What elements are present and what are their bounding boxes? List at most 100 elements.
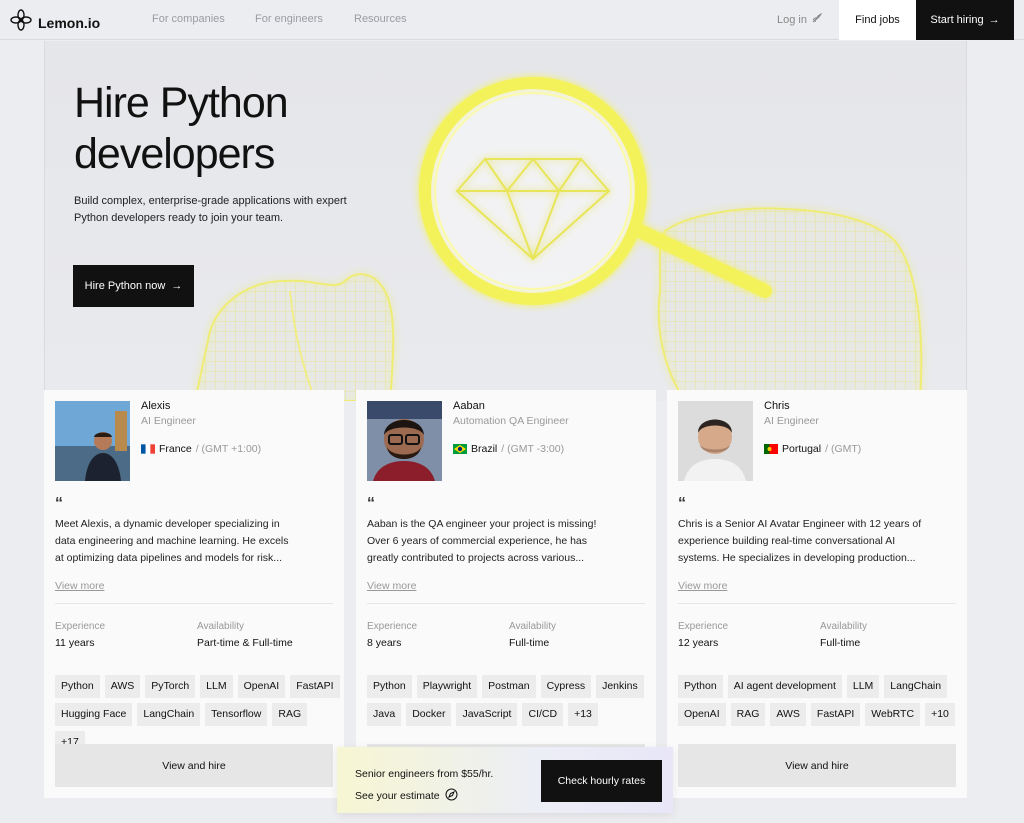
experience-label: Experience	[367, 621, 418, 632]
skill-tags: Python AI agent development LLM LangChai…	[678, 675, 963, 726]
developer-description: Chris is a Senior AI Avatar Engineer wit…	[678, 518, 922, 564]
skill-tag: Playwright	[416, 675, 478, 698]
skill-tag: Python	[367, 675, 412, 698]
logo-text: Lemon.io	[38, 14, 101, 31]
experience-value: 11 years	[55, 637, 95, 649]
skill-tag: JavaScript	[456, 703, 518, 726]
skill-tag: Postman	[482, 675, 536, 698]
skill-tag: Python	[55, 675, 100, 698]
nav-resources[interactable]: Resources	[354, 13, 407, 25]
logo[interactable]: Lemon.io	[10, 9, 100, 36]
availability-label: Availability	[509, 621, 557, 632]
skill-tag: LLM	[846, 675, 880, 698]
skill-tag: Java	[367, 703, 402, 726]
hire-python-now-button[interactable]: Hire Python now →	[73, 265, 194, 307]
skill-tag: Tensorflow	[205, 703, 268, 726]
skill-tag-more[interactable]: +10	[925, 703, 955, 726]
skill-tag: Jenkins	[596, 675, 644, 698]
divider	[367, 603, 645, 604]
availability-value: Part-time & Full-time	[197, 637, 293, 649]
find-jobs-button[interactable]: Find jobs	[839, 0, 916, 40]
skill-tag: Hugging Face	[55, 703, 133, 726]
skill-tags: Python Playwright Postman Cypress Jenkin…	[367, 675, 652, 726]
skill-tag: Python	[678, 675, 723, 698]
hero-subtitle: Build complex, enterprise-grade applicat…	[74, 195, 347, 224]
quote-mark: “	[367, 495, 375, 512]
availability-value: Full-time	[820, 637, 861, 649]
skill-tags: Python AWS PyTorch LLM OpenAI FastAPI Hu…	[55, 675, 340, 754]
experience-value: 8 years	[367, 637, 402, 649]
developer-location: France / (GMT +1:00)	[141, 443, 261, 455]
top-nav: Lemon.io For companies For engineers Res…	[0, 0, 1024, 40]
view-more-link[interactable]: View more	[55, 580, 104, 592]
developer-name: Aaban	[453, 400, 485, 412]
skill-tag: WebRTC	[865, 703, 921, 726]
skill-tag: RAG	[272, 703, 308, 726]
skill-tag: OpenAI	[678, 703, 726, 726]
skill-tag-more[interactable]: +13	[568, 703, 598, 726]
developer-avatar	[678, 401, 753, 481]
skill-tag: AWS	[104, 675, 141, 698]
skill-tag: Cypress	[540, 675, 592, 698]
developer-role: AI Engineer	[764, 415, 819, 427]
country: Brazil	[471, 443, 498, 455]
developer-description: Meet Alexis, a dynamic developer special…	[55, 518, 289, 564]
divider	[55, 603, 333, 604]
developer-role: AI Engineer	[141, 415, 196, 427]
developer-location: Brazil / (GMT -3:00)	[453, 443, 564, 455]
start-hiring-button[interactable]: Start hiring →	[916, 0, 1014, 40]
brazil-flag-icon	[453, 444, 467, 454]
skill-tag: LLM	[200, 675, 233, 698]
check-hourly-rates-button[interactable]: Check hourly rates	[541, 760, 662, 802]
skill-tag: LangChain	[137, 703, 201, 726]
skill-tag: RAG	[730, 703, 766, 726]
country: France	[159, 443, 192, 455]
france-flag-icon	[141, 444, 155, 454]
developer-card: Alexis AI Engineer France / (GMT +1:00) …	[44, 390, 344, 798]
rocket-icon	[811, 12, 823, 27]
arrow-right-icon: →	[988, 14, 1000, 26]
skill-tag: AWS	[770, 703, 806, 726]
developer-avatar	[55, 401, 130, 481]
availability-label: Availability	[197, 621, 245, 632]
developer-name: Alexis	[141, 400, 171, 412]
developer-location: Portugal / (GMT)	[764, 443, 861, 455]
developer-avatar	[367, 401, 442, 481]
view-and-hire-button[interactable]: View and hire	[55, 744, 333, 787]
arrow-right-icon: →	[171, 280, 183, 292]
skill-tag: PyTorch	[145, 675, 196, 698]
see-estimate-link[interactable]: See your estimate	[355, 788, 458, 804]
availability-value: Full-time	[509, 637, 550, 649]
view-and-hire-button[interactable]: View and hire	[678, 744, 956, 787]
skill-tag: FastAPI	[290, 675, 340, 698]
nav-for-engineers[interactable]: For engineers	[255, 13, 323, 25]
nav-for-companies[interactable]: For companies	[152, 13, 225, 25]
developer-card: Aaban Automation QA Engineer Brazil / (G…	[356, 390, 656, 798]
quote-mark: “	[678, 495, 686, 512]
timezone: / (GMT +1:00)	[195, 443, 262, 455]
skill-tag: AI agent development	[727, 675, 842, 698]
country: Portugal	[782, 443, 822, 455]
lemon-logo-icon	[10, 9, 32, 36]
login-link[interactable]: Log in	[777, 12, 823, 27]
portugal-flag-icon	[764, 444, 778, 454]
experience-label: Experience	[55, 621, 106, 632]
developer-card: Chris AI Engineer Portugal / (GMT) “ Chr…	[667, 390, 967, 798]
timezone: / (GMT -3:00)	[501, 443, 565, 455]
compass-icon	[445, 788, 458, 804]
view-more-link[interactable]: View more	[678, 580, 727, 592]
availability-label: Availability	[820, 621, 868, 632]
divider	[678, 603, 956, 604]
hourly-rates-banner: Senior engineers from $55/hr. See your e…	[337, 747, 673, 813]
timezone: / (GMT)	[825, 443, 862, 455]
developer-role: Automation QA Engineer	[453, 415, 569, 427]
start-hiring-label: Start hiring	[930, 14, 984, 26]
rates-text: Senior engineers from $55/hr.	[355, 768, 494, 780]
developer-name: Chris	[764, 400, 790, 412]
skill-tag: OpenAI	[237, 675, 286, 698]
experience-value: 12 years	[678, 637, 719, 649]
hero-title: Hire Python developers	[74, 79, 289, 178]
skill-tag: Docker	[406, 703, 452, 726]
skill-tag: LangChain	[884, 675, 948, 698]
view-more-link[interactable]: View more	[367, 580, 416, 592]
